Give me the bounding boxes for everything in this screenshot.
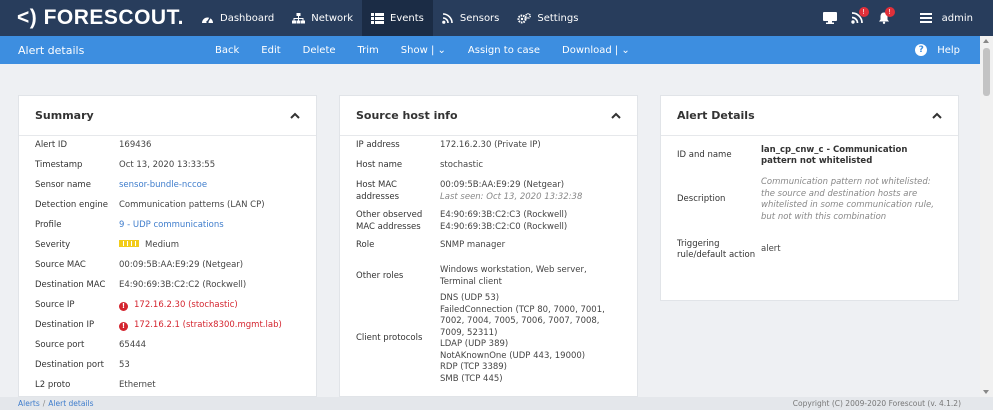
- main-nav: Dashboard Network Events Sensors Setting…: [192, 0, 587, 36]
- list-icon: [371, 12, 385, 24]
- nav-network-label: Network: [311, 12, 354, 24]
- summary-row-source-mac: Source MAC 00:09:5B:AA:E9:29 (Netgear): [35, 260, 244, 270]
- nav-right: ! ! admin: [809, 0, 993, 36]
- sensor-alert-badge: !: [858, 7, 869, 17]
- alert-details-card: Alert Details ID and name lan_cp_cnw_c - …: [660, 95, 959, 301]
- client-protocols-list: DNS (UDP 53) FailedConnection (TCP 80, 7…: [440, 293, 605, 384]
- scroll-thumb[interactable]: [983, 48, 990, 96]
- summary-row-destination-mac: Destination MAC E4:90:69:3B:C2:C2 (Rockwe…: [35, 280, 247, 290]
- summary-row-sensor-name: Sensor name sensor-bundle-nccoe: [35, 180, 300, 200]
- summary-row-severity: Severity Medium: [35, 240, 179, 250]
- nav-settings-label: Settings: [537, 12, 579, 24]
- host-row-other-mac: Other observed MAC addresses E4:90:69:3B:…: [356, 210, 568, 232]
- breadcrumb: Alerts / Alert details: [18, 399, 94, 408]
- edit-button[interactable]: Edit: [250, 45, 291, 56]
- alert-row-trigger: Triggering rule/default action alert: [677, 238, 781, 261]
- assign-to-case-button[interactable]: Assign to case: [457, 45, 551, 56]
- breadcrumb-alert-details[interactable]: Alert details: [48, 399, 93, 408]
- mac-last-seen: Last seen: Oct 13, 2020 13:32:38: [440, 191, 583, 202]
- severity-value: Medium: [145, 240, 179, 250]
- source-host-card: Source host info IP address 172.16.2.30 (…: [339, 95, 638, 397]
- host-row-client-protocols: Client protocols DNS (UDP 53) FailedConn…: [356, 293, 621, 385]
- nav-sensors[interactable]: Sensors: [433, 0, 509, 36]
- summary-title: Summary: [35, 109, 94, 122]
- page-title: Alert details: [18, 43, 85, 57]
- chevron-up-icon[interactable]: [611, 112, 621, 119]
- source-host-title: Source host info: [356, 109, 458, 122]
- sensor-alerts-button[interactable]: !: [850, 7, 869, 24]
- nav-dashboard[interactable]: Dashboard: [192, 0, 283, 36]
- download-dropdown[interactable]: Download | ⌄: [551, 45, 641, 56]
- notifications-button[interactable]: !: [878, 7, 895, 24]
- summary-row-profile: Profile 9 - UDP communications: [35, 220, 300, 240]
- nav-events-label: Events: [390, 12, 424, 24]
- summary-row-source-port: Source port 65444: [35, 340, 147, 350]
- gauge-icon: [201, 13, 214, 24]
- chevron-up-icon[interactable]: [932, 112, 942, 119]
- summary-card: Summary Alert ID 169436 Timestamp Oct 13, …: [18, 95, 317, 397]
- destination-ip-link[interactable]: 172.16.2.1 (stratix8300.mgmt.lab): [134, 320, 282, 330]
- host-row-other-roles: Other roles Windows workstation, Web serv…: [356, 265, 587, 287]
- copyright: Copyright (C) 2009-2020 Forescout (v. 4.…: [792, 399, 961, 408]
- summary-card-header: Summary: [19, 96, 316, 136]
- vertical-scrollbar[interactable]: [980, 36, 993, 397]
- scroll-up-icon[interactable]: [983, 39, 989, 43]
- alert-row-description: Description Communication pattern not whi…: [677, 177, 934, 222]
- alert-details-card-header: Alert Details: [661, 96, 958, 136]
- host-row-mac: Host MAC addresses 00:09:5B:AA:E9:29 (Net…: [356, 180, 583, 202]
- summary-row-destination-port: Destination port 53: [35, 360, 130, 370]
- help-label: Help: [937, 44, 960, 56]
- profile-link[interactable]: 9 - UDP communications: [119, 220, 224, 240]
- footer: Alerts / Alert details Copyright (C) 2009-…: [0, 397, 993, 410]
- summary-row-alert-id: Alert ID 169436: [35, 140, 152, 150]
- sensor-name-link[interactable]: sensor-bundle-nccoe: [119, 180, 207, 200]
- host-row-role: Role SNMP manager: [356, 240, 506, 250]
- nav-network[interactable]: Network: [283, 0, 362, 36]
- summary-row-source-ip: Source IP! 172.16.2.30 (stochastic): [35, 300, 238, 311]
- back-button[interactable]: Back: [204, 45, 250, 56]
- nav-events[interactable]: Events: [362, 0, 433, 36]
- summary-row-l2-proto: L2 proto Ethernet: [35, 380, 156, 390]
- action-bar: Alert details Back Edit Delete Trim Show…: [0, 36, 980, 64]
- breadcrumb-alerts[interactable]: Alerts: [18, 399, 40, 408]
- summary-row-detection-engine: Detection engine Communication patterns (…: [35, 200, 265, 210]
- show-dropdown[interactable]: Show | ⌄: [390, 45, 457, 56]
- scroll-down-icon[interactable]: [983, 390, 989, 394]
- help-icon: ?: [915, 44, 928, 56]
- alert-details-title: Alert Details: [677, 109, 755, 122]
- user-name: admin: [941, 12, 973, 24]
- forescout-logo[interactable]: <) FORESCOUT.: [17, 6, 192, 30]
- trim-button[interactable]: Trim: [347, 45, 390, 56]
- hamburger-icon: [919, 13, 932, 23]
- help-button[interactable]: ? Help: [915, 44, 960, 56]
- host-row-hostname: Host name stochastic: [356, 160, 484, 170]
- user-menu[interactable]: admin: [919, 12, 973, 24]
- delete-button[interactable]: Delete: [292, 45, 347, 56]
- nav-dashboard-label: Dashboard: [220, 12, 275, 24]
- source-ip-link[interactable]: 172.16.2.30 (stochastic): [134, 300, 238, 310]
- network-icon: [292, 12, 306, 24]
- alert-circle-icon: !: [119, 302, 128, 311]
- host-row-ip: IP address 172.16.2.30 (Private IP): [356, 140, 541, 150]
- alert-circle-icon: !: [119, 322, 128, 331]
- chevron-up-icon[interactable]: [290, 112, 300, 119]
- signal-icon: [442, 12, 454, 24]
- nav-sensors-label: Sensors: [459, 12, 500, 24]
- severity-bar: [119, 240, 139, 247]
- notification-badge: !: [884, 7, 895, 17]
- alert-row-id: ID and name lan_cp_cnw_c - Communication …: [677, 144, 908, 167]
- summary-row-timestamp: Timestamp Oct 13, 2020 13:33:55: [35, 160, 216, 170]
- summary-row-destination-ip: Destination IP! 172.16.2.1 (stratix8300.m…: [35, 320, 282, 331]
- top-nav: <) FORESCOUT. Dashboard Network Events S…: [0, 0, 993, 36]
- monitor-icon[interactable]: [822, 12, 837, 24]
- gears-icon: [517, 12, 532, 24]
- source-host-card-header: Source host info: [340, 96, 637, 136]
- nav-settings[interactable]: Settings: [508, 0, 587, 36]
